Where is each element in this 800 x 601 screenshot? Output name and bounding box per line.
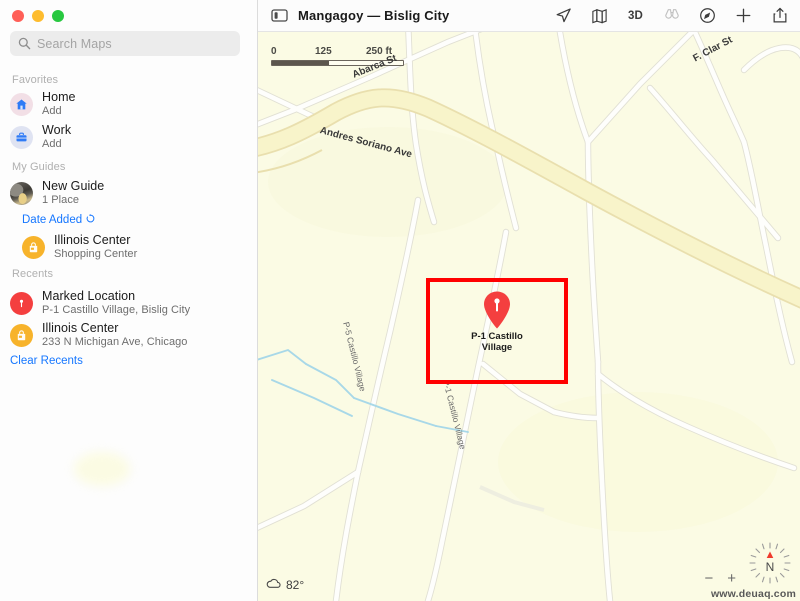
watermark: www.deuaq.com	[710, 588, 796, 600]
pin-icon	[484, 291, 510, 329]
traffic-lights	[12, 10, 64, 22]
pin-label-line2: Village	[481, 341, 513, 353]
maximize-window-button[interactable]	[52, 10, 64, 22]
map-canvas[interactable]: 0 125 250 ft Abarca St Andres Soriano Av…	[258, 32, 800, 601]
sidebar-item-label: Marked Location	[42, 289, 136, 304]
sidebar-item-marked-location[interactable]: Marked Location P-1 Castillo Village, Bi…	[10, 288, 250, 318]
pin-label-line1: P-1 Castillo	[471, 331, 523, 342]
add-icon[interactable]	[734, 6, 753, 25]
toolbar: 3D	[554, 6, 789, 25]
sidebar-item-sublabel: 233 N Michigan Ave, Chicago	[42, 335, 188, 348]
clear-recents-button[interactable]: Clear Recents	[10, 355, 83, 367]
weather-widget[interactable]: 82°	[266, 578, 304, 592]
house-icon	[10, 92, 33, 116]
shopping-bag-icon	[10, 323, 33, 347]
sidebar-item-new-guide[interactable]: New Guide 1 Place	[10, 178, 250, 208]
zoom-controls: − +	[704, 570, 736, 587]
page-title: Mangagoy — Bislig City	[298, 8, 450, 23]
map-pin-marker[interactable]: P-1 Castillo Village	[471, 290, 523, 353]
sidebar-item-label: Illinois Center	[42, 321, 119, 336]
sidebar-item-work[interactable]: Work Add	[10, 122, 250, 152]
share-icon[interactable]	[770, 6, 789, 25]
scale-tick-0: 0	[271, 46, 277, 57]
scale-fill	[272, 61, 329, 65]
compass-north-label: N	[765, 560, 775, 574]
minimize-window-button[interactable]	[32, 10, 44, 22]
guide-photo-thumbnail	[10, 181, 33, 205]
sidebar: Search Maps Favorites Home Add Work Add …	[0, 0, 258, 601]
section-header-favorites: Favorites	[12, 74, 59, 86]
look-around-icon[interactable]	[698, 6, 717, 25]
temperature-value: 82°	[286, 578, 305, 592]
main-panel: Mangagoy — Bislig City 3D 0 125 250 ft A…	[258, 0, 800, 601]
sidebar-highlight-glow	[74, 452, 130, 486]
zoom-in-button[interactable]: +	[727, 570, 736, 587]
section-header-my-guides: My Guides	[12, 161, 66, 173]
sidebar-item-label: Home	[42, 90, 76, 105]
pin-label: P-1 Castillo Village	[471, 331, 523, 353]
sidebar-item-sublabel: 1 Place	[42, 193, 80, 206]
three-d-toggle[interactable]: 3D	[626, 6, 645, 25]
close-window-button[interactable]	[12, 10, 24, 22]
cloud-icon	[266, 578, 281, 592]
search-placeholder: Search Maps	[37, 36, 112, 51]
location-arrow-icon[interactable]	[554, 6, 573, 25]
sort-label: Date Added	[22, 214, 83, 226]
zoom-out-button[interactable]: −	[704, 570, 713, 587]
maps-window: Search Maps Favorites Home Add Work Add …	[0, 0, 800, 601]
sidebar-item-sublabel: Add	[42, 104, 62, 117]
briefcase-icon	[10, 125, 33, 149]
titlebar: Mangagoy — Bislig City 3D	[258, 0, 800, 32]
sidebar-item-sublabel: P-1 Castillo Village, Bislig City	[42, 303, 191, 316]
shopping-bag-icon	[22, 235, 45, 259]
sidebar-item-sublabel: Shopping Center	[54, 247, 138, 260]
search-input[interactable]: Search Maps	[10, 31, 240, 56]
sidebar-item-home[interactable]: Home Add	[10, 89, 250, 119]
sidebar-item-illinois-center-recent[interactable]: Illinois Center 233 N Michigan Ave, Chic…	[10, 320, 250, 350]
sidebar-item-sublabel: Add	[42, 137, 62, 150]
sort-chevron-icon	[86, 214, 95, 226]
section-header-recents: Recents	[12, 268, 54, 280]
sort-by-date-added-button[interactable]: Date Added	[22, 214, 95, 226]
sidebar-item-label: Work	[42, 123, 72, 138]
sidebar-item-illinois-center-guide[interactable]: Illinois Center Shopping Center	[22, 232, 250, 262]
compass-control[interactable]: N	[748, 541, 792, 585]
scale-tick-125: 125	[315, 46, 332, 57]
map-pin-icon	[10, 291, 33, 315]
sidebar-item-label: Illinois Center	[54, 233, 131, 248]
sidebar-toggle-icon[interactable]	[270, 6, 289, 25]
search-icon	[18, 37, 31, 50]
binoculars-icon[interactable]	[662, 6, 681, 25]
map-style-icon[interactable]	[590, 6, 609, 25]
sidebar-item-label: New Guide	[42, 179, 105, 194]
